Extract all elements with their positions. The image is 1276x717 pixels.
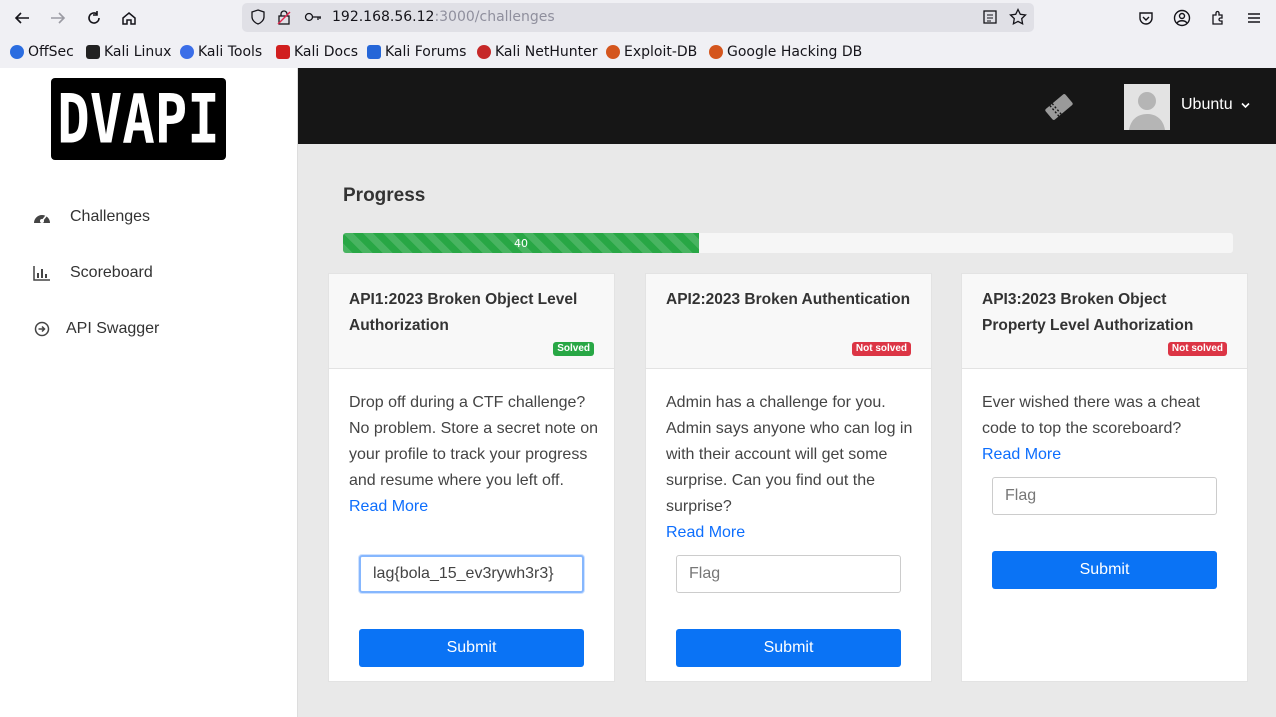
bookmark-label: Kali Forums: [385, 44, 467, 60]
challenge-description: Admin has a challenge for you. Admin say…: [666, 390, 918, 546]
bookmark-google-hacking-db[interactable]: Google Hacking DB: [709, 44, 862, 60]
bookmark-kali-nethunter[interactable]: Kali NetHunter: [477, 44, 597, 60]
status-badge: Not solved: [1167, 342, 1227, 356]
read-more-link[interactable]: Read More: [666, 524, 745, 541]
submit-button[interactable]: Submit: [992, 551, 1217, 589]
dashboard-icon: [33, 208, 51, 226]
user-menu[interactable]: Ubuntu: [1181, 96, 1250, 114]
bookmark-label: Kali Tools: [198, 44, 263, 60]
progress-label: 40: [514, 236, 528, 250]
bookmark-offsec[interactable]: OffSec: [10, 44, 74, 60]
read-more-link[interactable]: Read More: [982, 446, 1061, 463]
avatar[interactable]: [1124, 84, 1170, 130]
submit-button[interactable]: Submit: [359, 629, 584, 667]
extensions-icon[interactable]: [1206, 6, 1230, 30]
chevron-down-icon: [1241, 96, 1250, 114]
bar-chart-icon: [33, 264, 51, 282]
bookmark-kali-forums[interactable]: Kali Forums: [367, 44, 466, 60]
app-header: Ubuntu: [298, 68, 1276, 144]
url-host: 192.168.56.12: [332, 9, 435, 25]
card-header: API2:2023 Broken Authentication Not solv…: [646, 274, 931, 369]
insecure-lock-icon[interactable]: [276, 9, 292, 29]
read-more-link[interactable]: Read More: [349, 498, 428, 515]
bookmark-kali-tools[interactable]: Kali Tools: [180, 44, 262, 60]
bookmark-star-icon[interactable]: [1009, 7, 1027, 30]
home-icon[interactable]: [117, 6, 141, 30]
url-path: :3000/challenges: [434, 9, 555, 25]
sidebar-item-label: API Swagger: [66, 320, 160, 337]
description-text: Drop off during a CTF challenge? No prob…: [349, 394, 599, 489]
flag-input[interactable]: [992, 477, 1217, 515]
kali-tools-icon: [180, 45, 194, 59]
sidebar-item-scoreboard[interactable]: Scoreboard: [33, 264, 153, 282]
progress-fill: 40: [343, 233, 699, 253]
bookmark-label: Exploit-DB: [624, 44, 698, 60]
url-text[interactable]: 192.168.56.12:3000/challenges: [332, 9, 555, 25]
user-name: Ubuntu: [1181, 96, 1233, 114]
flag-input[interactable]: [676, 555, 901, 593]
bookmark-label: Kali Linux: [104, 44, 172, 60]
shield-icon[interactable]: [250, 9, 266, 29]
back-icon[interactable]: [10, 6, 34, 30]
card-header: API3:2023 Broken Object Property Level A…: [962, 274, 1247, 369]
challenge-card-api2: API2:2023 Broken Authentication Not solv…: [645, 273, 932, 682]
menu-icon[interactable]: [1242, 6, 1266, 30]
sidebar-item-label: Scoreboard: [70, 264, 153, 281]
challenge-description: Drop off during a CTF challenge? No prob…: [349, 390, 601, 520]
ticket-icon[interactable]: [1042, 91, 1076, 127]
submit-button[interactable]: Submit: [676, 629, 901, 667]
challenge-title: API3:2023 Broken Object Property Level A…: [982, 291, 1194, 334]
reload-icon[interactable]: [82, 6, 106, 30]
challenge-card-api1: API1:2023 Broken Object Level Authorizat…: [328, 273, 615, 682]
challenge-title: API2:2023 Broken Authentication: [666, 291, 911, 308]
status-badge: Solved: [553, 342, 594, 356]
bookmark-label: OffSec: [28, 44, 74, 60]
dvapi-logo[interactable]: DVAPI: [51, 78, 226, 160]
description-text: Ever wished there was a cheat code to to…: [982, 394, 1200, 437]
flag-input[interactable]: [359, 555, 584, 593]
bookmark-label: Kali Docs: [294, 44, 359, 60]
nethunter-icon: [477, 45, 491, 59]
logo-text: DVAPI: [57, 79, 220, 159]
key-icon[interactable]: [304, 9, 322, 29]
sidebar: DVAPI Challenges Scoreboard API Swagger: [0, 68, 298, 717]
bookmark-label: Kali NetHunter: [495, 44, 598, 60]
bookmark-kali-linux[interactable]: Kali Linux: [86, 44, 171, 60]
sidebar-item-label: Challenges: [70, 208, 151, 225]
arrow-circle-icon: [33, 320, 51, 338]
bookmark-exploit-db[interactable]: Exploit-DB: [606, 44, 697, 60]
exploit-db-icon: [606, 45, 620, 59]
bookmarks-bar: OffSec Kali Linux Kali Tools Kali Docs K…: [0, 36, 1276, 68]
status-badge: Not solved: [851, 342, 911, 356]
pocket-icon[interactable]: [1134, 6, 1158, 30]
ghdb-icon: [709, 45, 723, 59]
bookmark-kali-docs[interactable]: Kali Docs: [276, 44, 358, 60]
progress-bar: 40: [343, 233, 1233, 253]
challenge-title: API1:2023 Broken Object Level Authorizat…: [349, 291, 578, 334]
kali-docs-icon: [276, 45, 290, 59]
card-header: API1:2023 Broken Object Level Authorizat…: [329, 274, 614, 369]
kali-icon: [86, 45, 100, 59]
offsec-icon: [10, 45, 24, 59]
description-text: Admin has a challenge for you. Admin say…: [666, 394, 913, 515]
challenge-card-api3: API3:2023 Broken Object Property Level A…: [961, 273, 1248, 682]
sidebar-item-api-swagger[interactable]: API Swagger: [33, 320, 159, 338]
kali-forums-icon: [367, 45, 381, 59]
sidebar-item-challenges[interactable]: Challenges: [33, 208, 150, 226]
bookmark-label: Google Hacking DB: [727, 44, 863, 60]
address-bar[interactable]: 192.168.56.12:3000/challenges: [242, 3, 1034, 32]
challenge-description: Ever wished there was a cheat code to to…: [982, 390, 1234, 468]
reader-view-icon[interactable]: [982, 9, 998, 29]
progress-title: Progress: [343, 185, 426, 206]
forward-icon[interactable]: [46, 6, 70, 30]
browser-toolbar: 192.168.56.12:3000/challenges: [0, 0, 1276, 36]
account-icon[interactable]: [1170, 6, 1194, 30]
